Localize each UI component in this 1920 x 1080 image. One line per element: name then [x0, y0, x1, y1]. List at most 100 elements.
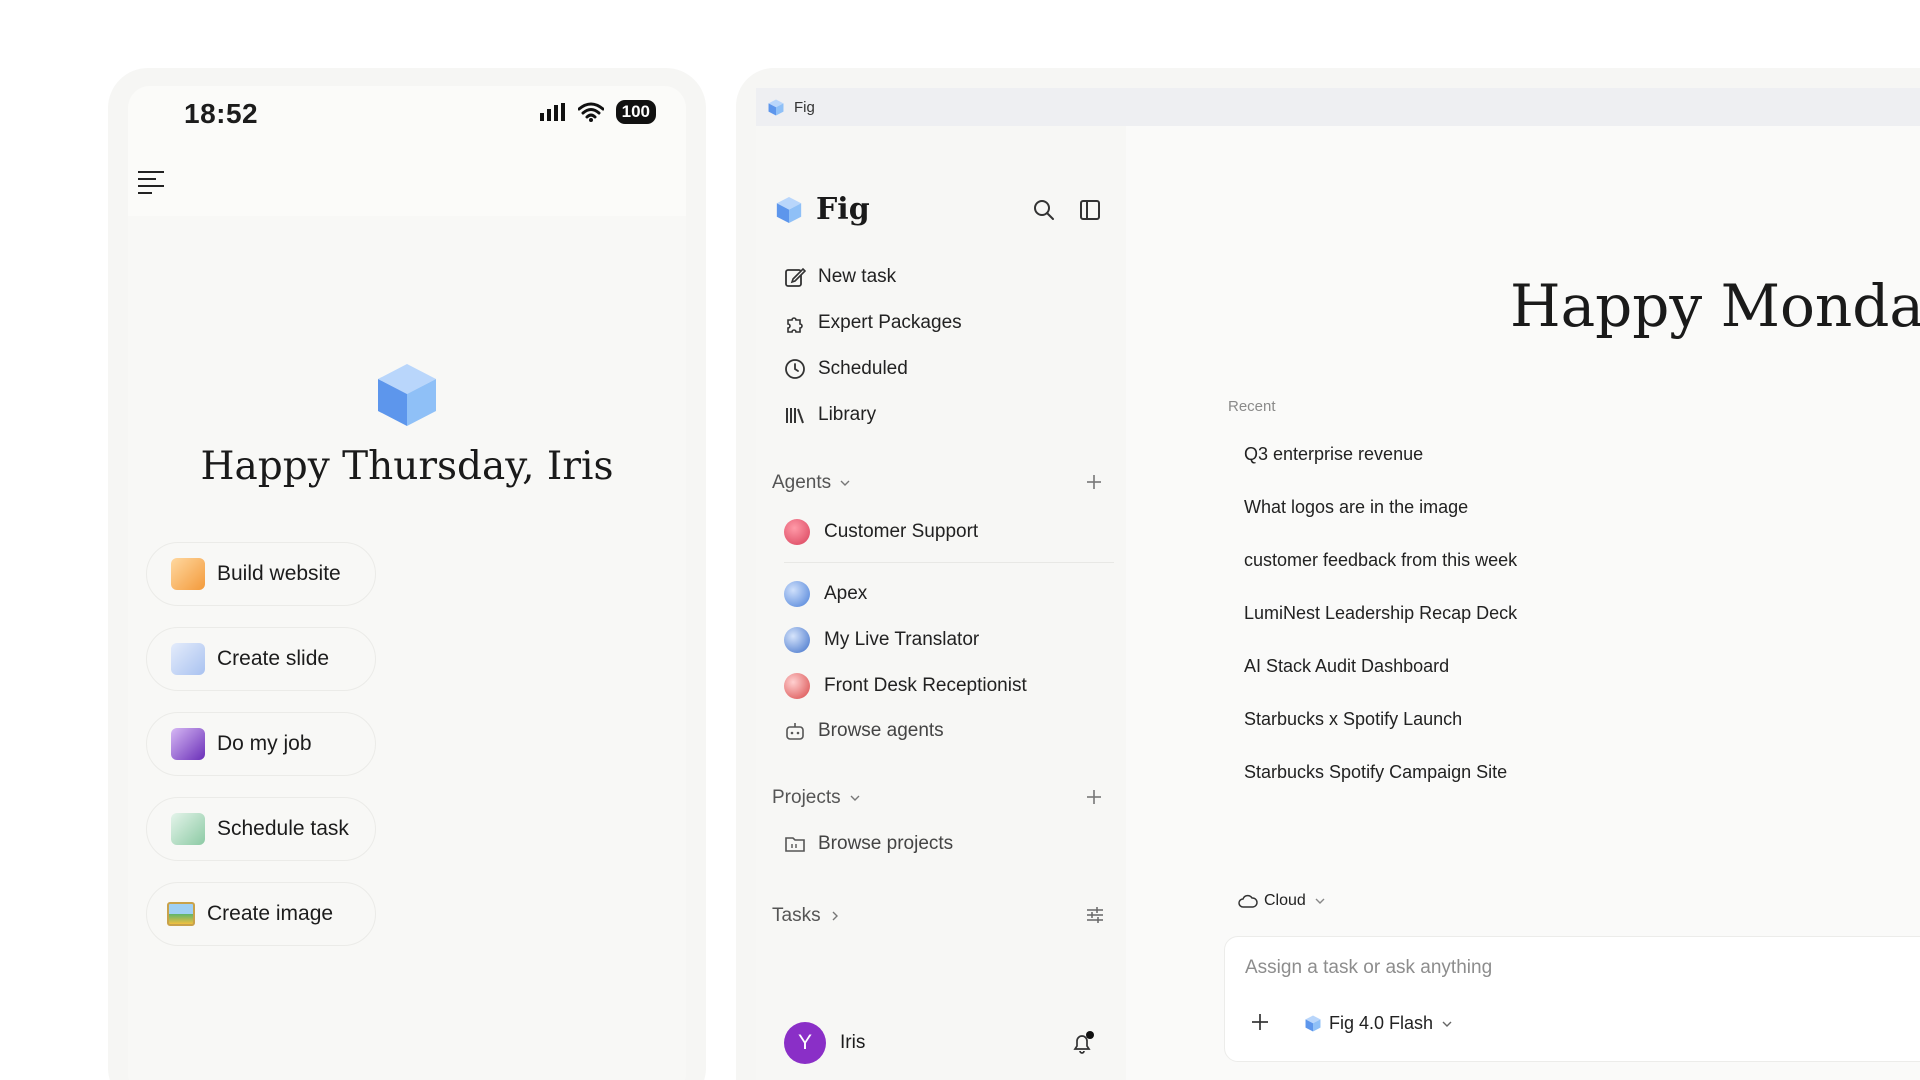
recent-item[interactable]: AI Stack Audit Dashboard	[1244, 656, 1517, 709]
do-my-job-button[interactable]: Do my job	[146, 712, 376, 776]
filter-icon[interactable]	[1086, 906, 1104, 924]
sidebar-item-new-task[interactable]: New task	[784, 266, 896, 288]
create-image-button[interactable]: Create image	[146, 882, 376, 946]
signal-icon	[539, 103, 565, 121]
plus-icon[interactable]	[1251, 1013, 1269, 1031]
agent-avatar	[784, 673, 810, 699]
add-agent-icon[interactable]	[1086, 474, 1102, 490]
agents-divider	[784, 562, 1114, 563]
wifi-icon	[577, 102, 604, 122]
cube-logo-icon	[776, 196, 802, 223]
nav-label: Library	[818, 404, 877, 425]
main-panel: Happy Monday, Recent Q3 enterprise reven…	[1126, 126, 1920, 1080]
slide-icon	[171, 643, 205, 675]
agent-avatar	[784, 627, 810, 653]
status-icons: 100	[539, 100, 656, 124]
cloud-icon	[1238, 894, 1258, 908]
quick-action-label: Schedule task	[217, 817, 349, 840]
model-label: Fig 4.0 Flash	[1329, 1013, 1434, 1033]
add-project-icon[interactable]	[1086, 789, 1102, 805]
chevron-down-icon	[840, 480, 850, 486]
sidebar-item-expert-packages[interactable]: Expert Packages	[784, 312, 962, 334]
brand: Fig	[776, 192, 870, 227]
website-icon	[171, 558, 205, 590]
agent-label: Front Desk Receptionist	[824, 675, 1027, 696]
window-titlebar: Fig	[756, 88, 1920, 126]
sidebar: Fig New task Expert Packages Scheduled L…	[756, 126, 1126, 1080]
nav-label: New task	[818, 266, 897, 287]
nav-label: Browse projects	[818, 833, 954, 854]
brand-name: Fig	[816, 192, 870, 227]
quick-action-label: Build website	[217, 562, 341, 585]
phone-greeting: Happy Thursday, Iris	[200, 444, 614, 489]
recent-item[interactable]: Starbucks x Spotify Launch	[1244, 709, 1517, 762]
composer: Fig 4.0 Flash	[1224, 936, 1920, 1062]
build-website-button[interactable]: Build website	[146, 542, 376, 606]
sidebar-item-library[interactable]: Library	[784, 404, 876, 426]
puzzle-icon	[787, 317, 803, 333]
agent-item-my-live-translator[interactable]: My Live Translator	[784, 627, 979, 653]
agent-avatar	[784, 519, 810, 545]
browse-projects-link[interactable]: Browse projects	[784, 833, 953, 855]
cube-logo-icon	[1305, 1015, 1321, 1032]
create-slide-button[interactable]: Create slide	[146, 627, 376, 691]
status-time: 18:52	[184, 98, 259, 129]
cube-logo-icon	[378, 364, 436, 426]
job-icon	[171, 728, 205, 760]
quick-action-label: Create slide	[217, 647, 330, 670]
projects-heading: Projects	[772, 787, 841, 808]
avatar: Y	[784, 1022, 826, 1064]
sidebar-item-scheduled[interactable]: Scheduled	[784, 358, 908, 380]
agent-item-customer-support[interactable]: Customer Support	[784, 519, 978, 545]
projects-section-toggle[interactable]: Projects	[772, 787, 861, 809]
agent-label: Customer Support	[824, 521, 979, 542]
recent-item[interactable]: Starbucks Spotify Campaign Site	[1244, 762, 1517, 815]
quick-actions: Build website Create slide Do my job Sch…	[146, 542, 376, 946]
chevron-down-icon	[1315, 898, 1325, 904]
robot-icon	[786, 723, 804, 740]
recent-label: Recent	[1228, 398, 1276, 415]
edit-icon	[785, 267, 806, 287]
menu-icon[interactable]	[136, 168, 166, 196]
search-icon[interactable]	[1032, 198, 1056, 222]
folder-icon	[785, 837, 805, 852]
task-input[interactable]	[1245, 957, 1845, 979]
page-title: Happy Monday,	[1510, 272, 1920, 340]
tasks-heading: Tasks	[772, 905, 821, 926]
schedule-icon	[171, 813, 205, 845]
recent-item[interactable]: customer feedback from this week	[1244, 550, 1517, 603]
image-icon	[167, 902, 195, 926]
window-title: Fig	[794, 98, 815, 116]
nav-label: Scheduled	[818, 358, 908, 379]
mode-label: Cloud	[1264, 892, 1306, 909]
agent-item-apex[interactable]: Apex	[784, 581, 867, 607]
quick-action-label: Create image	[207, 902, 334, 925]
chevron-down-icon	[850, 795, 860, 801]
user-profile[interactable]: Y Iris	[784, 1022, 865, 1064]
agents-section-toggle[interactable]: Agents	[772, 472, 851, 494]
mode-selector[interactable]: Cloud	[1238, 892, 1332, 910]
browse-agents-link[interactable]: Browse agents	[784, 720, 944, 742]
battery-level: 100	[615, 100, 656, 124]
agent-avatar	[784, 581, 810, 607]
recent-item[interactable]: LumiNest Leadership Recap Deck	[1244, 603, 1517, 656]
library-icon	[786, 408, 804, 424]
model-selector[interactable]: Fig 4.0 Flash	[1305, 1013, 1453, 1034]
sidebar-toggle-icon[interactable]	[1078, 198, 1102, 222]
bell-icon[interactable]	[1070, 1030, 1096, 1056]
recent-item[interactable]: Q3 enterprise revenue	[1244, 444, 1517, 497]
chevron-right-icon	[832, 911, 838, 921]
chevron-down-icon	[1442, 1021, 1452, 1027]
quick-action-label: Do my job	[217, 732, 312, 755]
recent-item[interactable]: What logos are in the image	[1244, 497, 1517, 550]
agents-heading: Agents	[772, 472, 832, 493]
schedule-task-button[interactable]: Schedule task	[146, 797, 376, 861]
nav-label: Browse agents	[818, 720, 944, 741]
agent-label: My Live Translator	[824, 629, 980, 650]
clock-icon	[785, 359, 805, 379]
nav-label: Expert Packages	[818, 312, 962, 333]
phone-screen: 18:52 100 Happy Thursday, Iris Build web…	[128, 86, 686, 1080]
tasks-section-toggle[interactable]: Tasks	[772, 905, 841, 927]
agent-item-front-desk-receptionist[interactable]: Front Desk Receptionist	[784, 673, 1027, 699]
cube-logo-icon	[768, 99, 784, 115]
